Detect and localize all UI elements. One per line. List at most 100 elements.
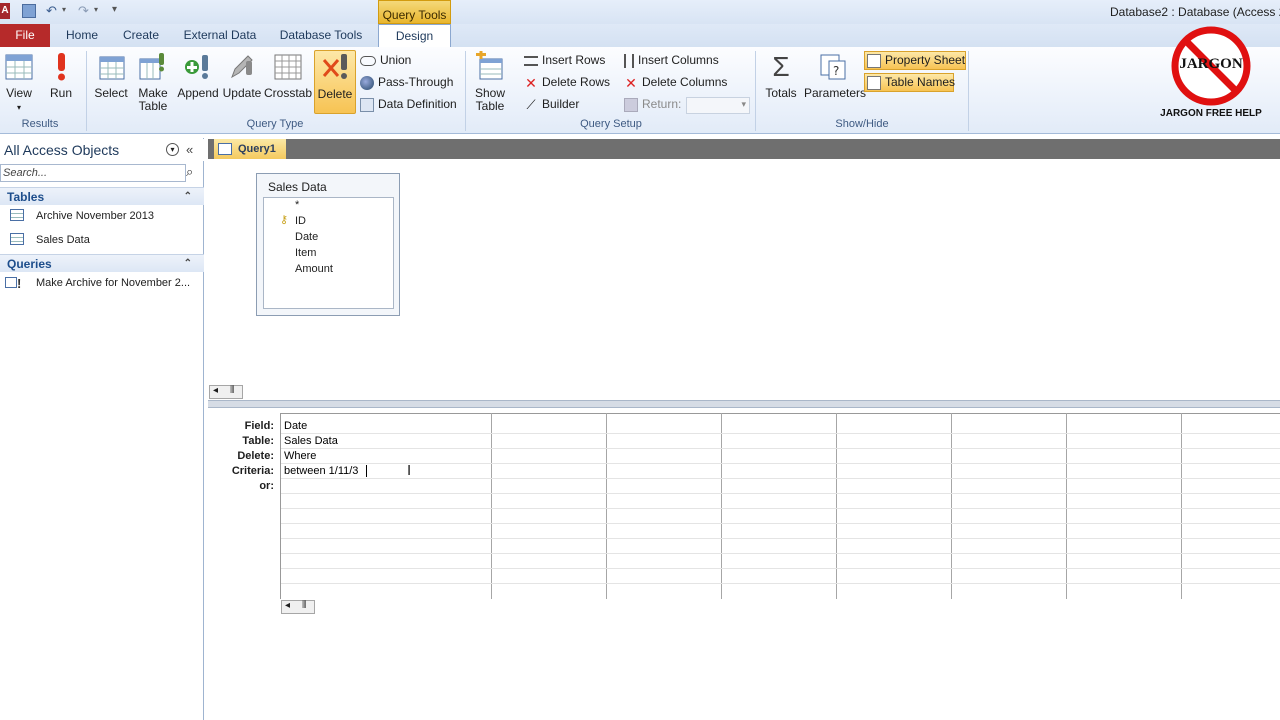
parameters-button[interactable]: ? Parameters: [804, 51, 866, 100]
grid-row-line: [281, 463, 1280, 464]
make-table-button[interactable]: Make Table: [134, 51, 172, 113]
nav-item-make-archive-query[interactable]: ! Make Archive for November 2...: [0, 272, 204, 294]
view-button[interactable]: View ▾: [2, 51, 36, 114]
grid-row-line: [281, 433, 1280, 434]
grid-column-divider[interactable]: [721, 413, 722, 599]
make-table-query-icon: [5, 277, 17, 288]
query1-document-tab[interactable]: Query1: [214, 139, 286, 159]
pane-splitter[interactable]: [208, 400, 1280, 408]
field-list-item-id[interactable]: ID: [295, 215, 306, 227]
append-button[interactable]: Append: [176, 51, 220, 100]
grid-row-label-criteria: Criteria:: [231, 465, 274, 477]
data-definition-button[interactable]: Data Definition: [360, 94, 457, 114]
field-list-item-item[interactable]: Item: [295, 247, 316, 259]
nav-item-sales-data-table[interactable]: Sales Data: [0, 229, 204, 251]
ribbon: View ▾ Run Results Select Make Table Appen…: [0, 47, 1280, 134]
grid-column-divider[interactable]: [1066, 413, 1067, 599]
delete-x-icon: [322, 54, 347, 79]
redo-dropdown-icon[interactable]: ▾: [94, 5, 98, 14]
pass-through-button[interactable]: Pass-Through: [360, 72, 453, 92]
select-query-button[interactable]: Select: [92, 51, 130, 100]
grid-row-label-or: or:: [259, 480, 274, 492]
nav-category-queries[interactable]: Queries ⌃: [0, 254, 204, 272]
collapse-chevron-icon: ⌃: [183, 191, 192, 202]
grid-row-line: [281, 538, 1280, 539]
query-type-group-label: Query Type: [246, 118, 304, 130]
collapse-nav-icon[interactable]: «: [186, 142, 193, 157]
show-table-button[interactable]: Show Table: [470, 51, 510, 113]
grid-column-divider[interactable]: [606, 413, 607, 599]
grid-cell-field[interactable]: Date: [284, 420, 307, 432]
field-list-item-all[interactable]: *: [295, 199, 299, 211]
access-app-icon[interactable]: A: [0, 3, 10, 19]
property-sheet-button[interactable]: Property Sheet: [864, 51, 966, 70]
tab-design[interactable]: Design: [378, 24, 451, 48]
undo-icon[interactable]: ↶: [46, 3, 57, 19]
delete-columns-button[interactable]: ✕ Delete Columns: [624, 72, 727, 92]
table-names-button[interactable]: Table Names: [864, 73, 955, 92]
delete-rows-button[interactable]: ✕ Delete Rows: [524, 72, 610, 92]
undo-dropdown-icon[interactable]: ▾: [62, 5, 66, 14]
delete-label: Delete: [317, 87, 353, 101]
update-button[interactable]: Update: [222, 51, 262, 100]
redo-icon[interactable]: ↷: [78, 3, 89, 19]
results-group-label: Results: [21, 118, 59, 130]
upper-pane-scrollbar[interactable]: ◂ ⦀: [209, 385, 243, 399]
delete-columns-label: Delete Columns: [642, 75, 728, 89]
tab-database-tools[interactable]: Database Tools: [274, 24, 368, 47]
crosstab-button[interactable]: Crosstab: [264, 51, 312, 100]
view-dropdown-icon: ▾: [16, 103, 21, 112]
grid-column-divider[interactable]: [1181, 413, 1182, 599]
show-table-icon: [476, 51, 503, 80]
return-dropdown[interactable]: ▾: [686, 97, 750, 114]
tab-file[interactable]: File: [0, 24, 50, 47]
run-button[interactable]: Run: [44, 51, 78, 100]
tab-create[interactable]: Create: [116, 24, 166, 47]
scroll-left-icon[interactable]: ◂: [285, 600, 290, 611]
nav-options-icon[interactable]: ▾: [166, 143, 179, 156]
grid-cell-criteria[interactable]: between 1/11/3: [284, 465, 358, 477]
grid-column-divider[interactable]: [951, 413, 952, 599]
design-grid[interactable]: [280, 413, 1280, 599]
scroll-thumb-icon[interactable]: ⦀: [230, 385, 234, 396]
make-table-icon: [139, 53, 164, 80]
field-list-title[interactable]: Sales Data: [268, 180, 327, 194]
crosstab-label: Crosstab: [264, 86, 313, 100]
customize-toolbar-icon[interactable]: ▾: [112, 4, 117, 15]
grid-cell-table[interactable]: Sales Data: [284, 435, 338, 447]
data-definition-icon: [360, 97, 374, 112]
parameters-label: Parameters: [804, 86, 867, 100]
insert-rows-button[interactable]: Insert Rows: [524, 50, 605, 70]
search-icon[interactable]: ⌕: [186, 164, 193, 180]
grid-cell-delete[interactable]: Where: [284, 450, 316, 462]
grid-column-divider[interactable]: [836, 413, 837, 599]
nav-item-label: Archive November 2013: [36, 210, 155, 222]
field-list-item-date[interactable]: Date: [295, 231, 318, 243]
save-icon[interactable]: [22, 4, 36, 18]
document-tab-bar: [208, 139, 1280, 159]
totals-button[interactable]: Σ Totals: [762, 51, 800, 100]
builder-button[interactable]: ⟋ Builder: [524, 94, 579, 114]
ribbon-separator: [86, 51, 87, 131]
tab-external-data[interactable]: External Data: [176, 24, 264, 47]
sigma-icon: Σ: [772, 51, 790, 82]
delete-query-button[interactable]: Delete: [314, 50, 356, 114]
show-hide-group-label: Show/Hide: [835, 118, 889, 130]
tab-home[interactable]: Home: [58, 24, 106, 47]
grid-scrollbar[interactable]: ◂ ⦀: [281, 600, 315, 614]
scroll-thumb-icon[interactable]: ⦀: [302, 600, 306, 611]
query-exclamation-icon: !: [17, 276, 22, 291]
ribbon-separator: [968, 51, 969, 131]
nav-category-tables[interactable]: Tables ⌃: [0, 187, 204, 205]
table-icon: [10, 209, 24, 221]
ribbon-separator: [755, 51, 756, 131]
scroll-left-icon[interactable]: ◂: [213, 385, 218, 396]
field-list-item-amount[interactable]: Amount: [295, 263, 333, 275]
grid-row-line: [281, 493, 1280, 494]
append-label: Append: [177, 86, 219, 100]
union-button[interactable]: Union: [360, 50, 411, 70]
grid-column-divider[interactable]: [491, 413, 492, 599]
insert-columns-button[interactable]: Insert Columns: [624, 50, 719, 70]
nav-item-archive-table[interactable]: Archive November 2013: [0, 205, 204, 227]
nav-search-input[interactable]: Search...: [0, 164, 186, 182]
